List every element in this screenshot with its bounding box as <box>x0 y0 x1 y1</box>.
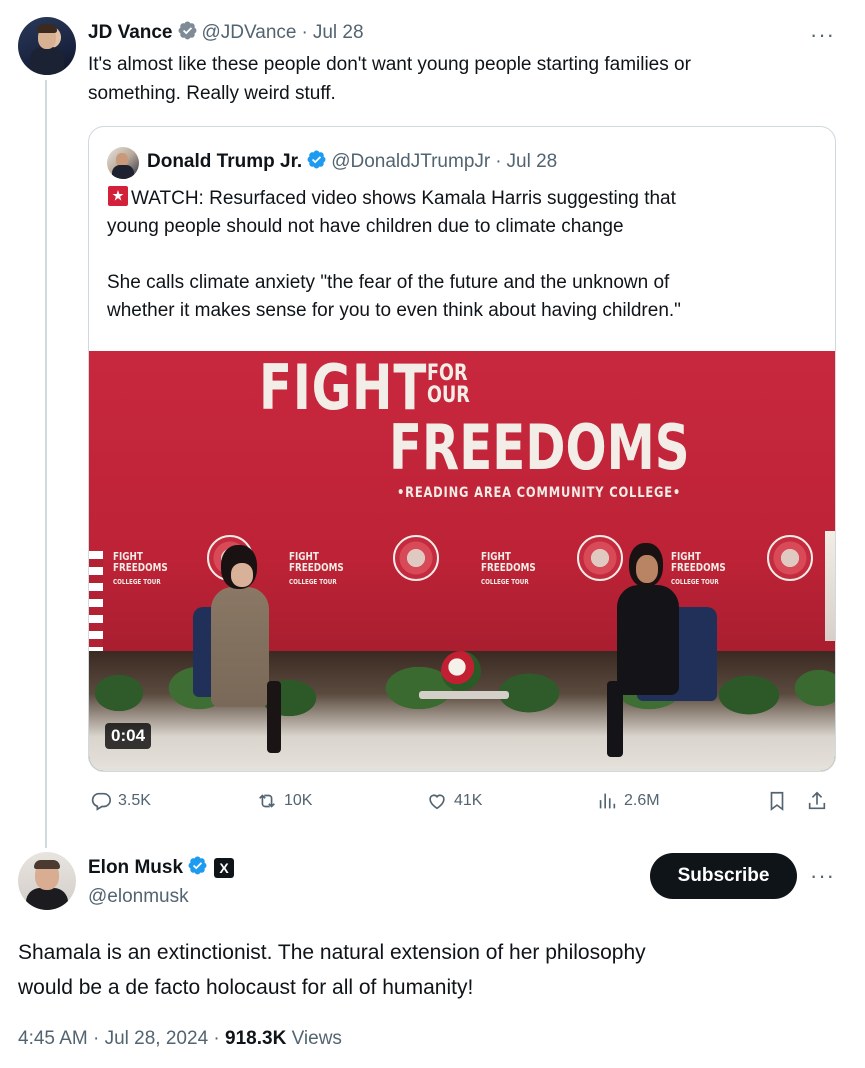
stage-table <box>419 691 509 699</box>
tweet-full-date[interactable]: Jul 28, 2024 <box>105 1028 209 1049</box>
musk-tweet-text: Shamala is an extinctionist. The natural… <box>18 935 838 1005</box>
quoted-tweet-text: WATCH: Resurfaced video shows Kamala Har… <box>107 185 817 325</box>
reply-count: 3.5K <box>118 792 151 809</box>
presidential-seal-icon <box>577 535 623 581</box>
quoted-tweet-date[interactable]: Jul 28 <box>507 151 558 173</box>
vance-tweet-text: It's almost like these people don't want… <box>88 50 828 108</box>
more-options-icon[interactable]: ··· <box>810 865 835 887</box>
tweet-text-line: would be a de facto holocaust for all of… <box>18 976 474 999</box>
speaker-right <box>617 585 679 695</box>
author-handle[interactable]: @JDVance <box>202 22 297 44</box>
video-player[interactable]: FIGHT FOR OUR FREEDOMS •READING AREA COM… <box>89 351 835 771</box>
quoted-tweet-card[interactable]: Donald Trump Jr. @DonaldJTrumpJr · Jul 2… <box>88 126 836 772</box>
view-count: 2.6M <box>624 792 660 809</box>
banner-fight-text: FIGHT <box>259 351 428 424</box>
reply-icon <box>91 792 111 811</box>
share-button[interactable] <box>806 790 834 812</box>
tweet-text-line: Shamala is an extinctionist. The natural… <box>18 941 646 964</box>
quoted-text-line: She calls climate anxiety "the fear of t… <box>107 272 670 293</box>
quoted-text-line: whether it makes sense for you to even t… <box>107 300 681 321</box>
musk-tweet-header: Elon Musk X <box>88 855 235 882</box>
more-options-icon[interactable]: ··· <box>810 24 835 46</box>
separator-dot: · <box>495 151 502 172</box>
like-count: 41K <box>454 792 483 809</box>
reply-button[interactable]: 3.5K <box>90 790 151 812</box>
repost-icon <box>259 794 275 808</box>
quoted-text-line: young people should not have children du… <box>107 216 624 237</box>
quoted-tweet-header: Donald Trump Jr. @DonaldJTrumpJr · Jul 2… <box>147 150 557 174</box>
avatar-elon-musk[interactable] <box>18 852 76 910</box>
separator-dot: · <box>301 22 308 43</box>
avatar-jd-vance[interactable] <box>18 17 76 75</box>
tweet-meta-line: 4:45 AM · Jul 28, 2024 · 918.3K Views <box>18 1028 342 1050</box>
tweet-views-label: Views <box>291 1028 342 1049</box>
thread-connector-line <box>45 80 47 848</box>
tweet-date[interactable]: Jul 28 <box>313 22 364 44</box>
views-button[interactable]: 2.6M <box>596 790 660 812</box>
separator-dot: · <box>213 1028 220 1049</box>
siren-emoji-icon <box>107 185 129 207</box>
verified-badge-icon <box>187 855 208 882</box>
flower-arrangement <box>441 651 481 691</box>
tweet-text-line: something. Really weird stuff. <box>88 83 336 104</box>
verified-badge-icon <box>306 149 327 176</box>
mini-logo: FIGHT FREEDOMS COLLEGE TOUR <box>113 550 168 586</box>
heart-icon <box>429 794 445 810</box>
speaker-left <box>211 587 269 707</box>
bookmark-icon <box>770 791 784 811</box>
quoted-text-line: WATCH: Resurfaced video shows Kamala Har… <box>131 188 676 209</box>
analytics-icon <box>599 793 616 809</box>
presidential-seal-icon <box>767 535 813 581</box>
mini-logo: FIGHT FREEDOMS COLLEGE TOUR <box>481 550 536 586</box>
author-name[interactable]: Elon Musk <box>88 857 183 879</box>
american-flag <box>89 551 103 651</box>
author-name[interactable]: JD Vance <box>88 22 173 44</box>
tweet-text-line: It's almost like these people don't want… <box>88 54 691 75</box>
flag-right <box>825 531 835 641</box>
like-button[interactable]: 41K <box>426 790 482 812</box>
avatar-donald-trump-jr[interactable] <box>107 147 139 179</box>
repost-button[interactable]: 10K <box>256 790 312 812</box>
share-icon <box>808 791 826 810</box>
quoted-author-name[interactable]: Donald Trump Jr. <box>147 151 302 173</box>
banner-for-our-text: FOR OUR <box>427 361 470 408</box>
mini-logo: FIGHT FREEDOMS COLLEGE TOUR <box>289 550 344 586</box>
tweet-time[interactable]: 4:45 AM <box>18 1028 88 1049</box>
banner-college-text: •READING AREA COMMUNITY COLLEGE• <box>397 485 682 501</box>
musk-handle-line: @elonmusk <box>88 885 189 909</box>
quoted-author-handle[interactable]: @DonaldJTrumpJr <box>331 151 490 173</box>
mini-logo: FIGHT FREEDOMS COLLEGE TOUR <box>671 550 726 586</box>
vance-tweet-header: JD Vance @JDVance · Jul 28 <box>88 21 364 45</box>
repost-count: 10K <box>284 792 313 809</box>
verified-badge-icon <box>177 20 198 47</box>
tweet-view-count: 918.3K <box>225 1028 287 1049</box>
author-handle[interactable]: @elonmusk <box>88 886 189 908</box>
subscribe-button[interactable]: Subscribe <box>650 853 797 899</box>
bookmark-button[interactable] <box>766 790 794 812</box>
video-duration-badge: 0:04 <box>105 723 152 749</box>
banner-freedoms-text: FREEDOMS <box>389 411 690 484</box>
separator-dot: · <box>93 1028 100 1049</box>
x-affiliate-badge-icon[interactable]: X <box>214 858 235 878</box>
tweet-action-bar: 3.5K 10K 41K 2.6M <box>88 790 836 820</box>
presidential-seal-icon <box>393 535 439 581</box>
